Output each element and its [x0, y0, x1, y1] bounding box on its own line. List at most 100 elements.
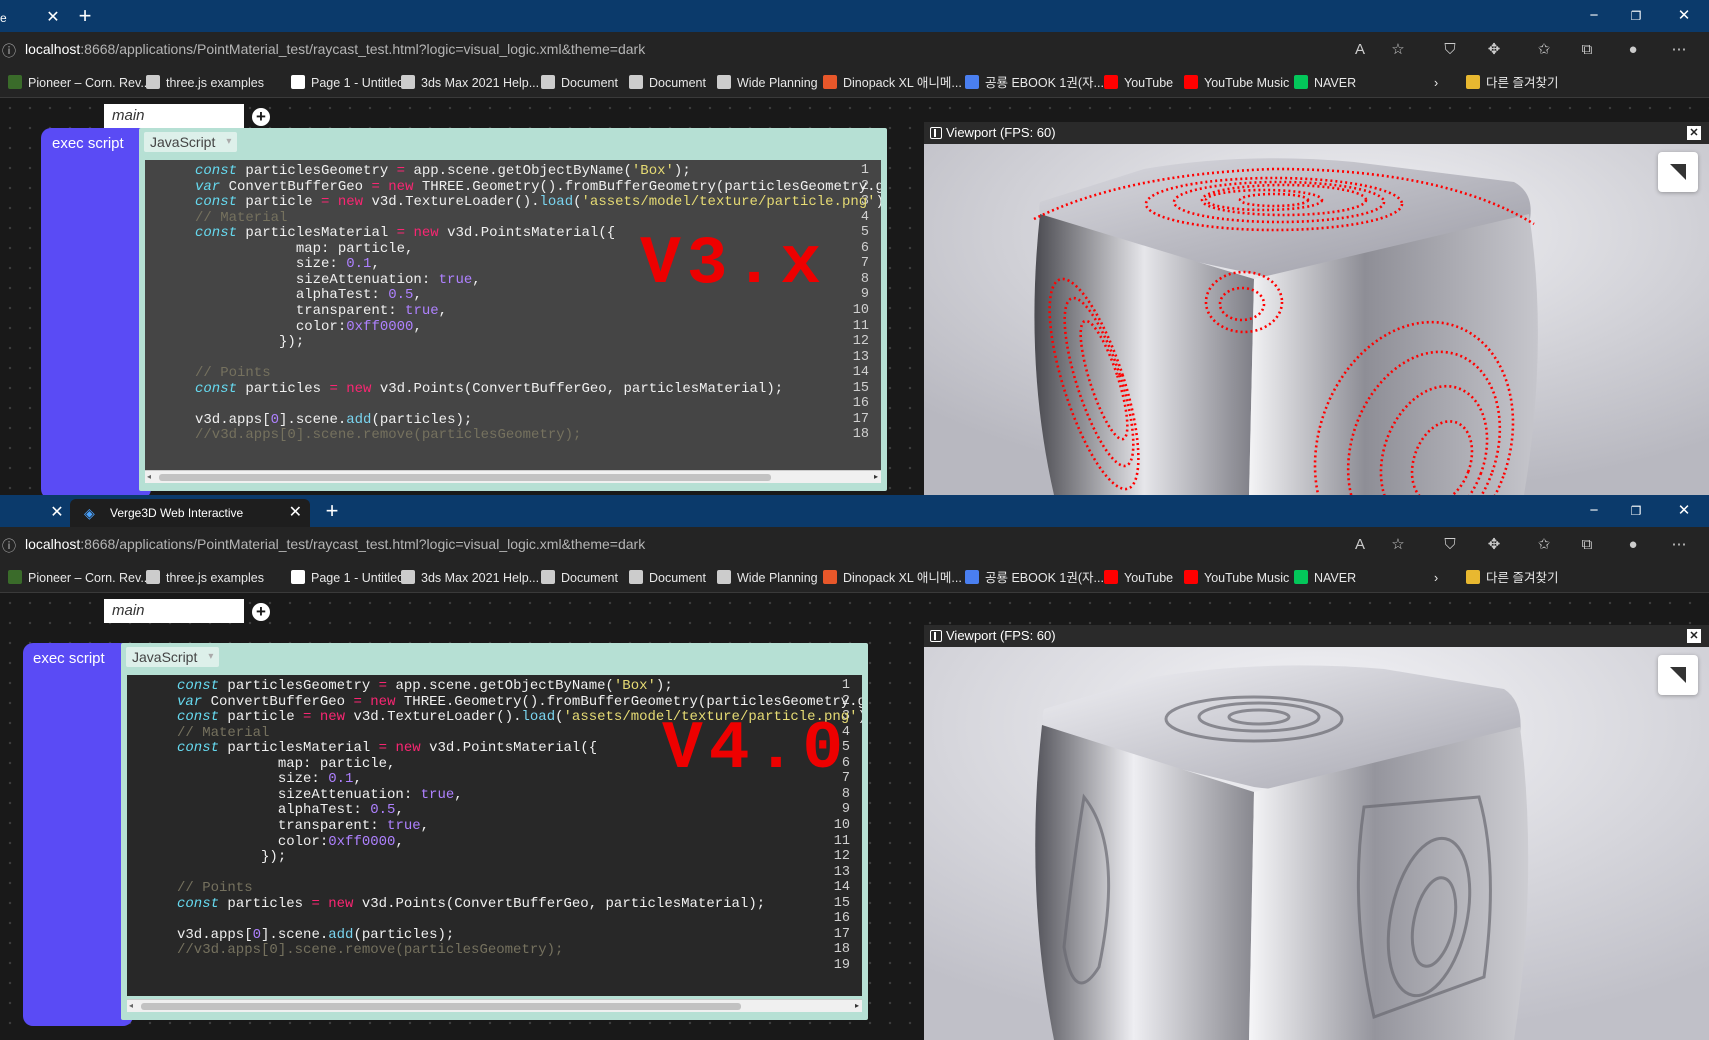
folder-icon: [1466, 75, 1480, 89]
browser-tab-active[interactable]: ◈ Verge3D Web Interactive ✕: [70, 499, 310, 527]
bookmark-3[interactable]: 3ds Max 2021 Help...: [401, 569, 539, 587]
info-icon[interactable]: ⓘ: [2, 41, 16, 61]
other-favorites[interactable]: 다른 즐겨찾기: [1466, 569, 1558, 587]
line-number: 12: [852, 334, 869, 350]
bookmark-label: YouTube Music: [1204, 76, 1290, 90]
bookmark-1[interactable]: three.js examples: [146, 569, 264, 587]
bookmark-0[interactable]: Pioneer – Corn. Rev...: [8, 74, 151, 92]
code-line: size: 0.1,: [177, 771, 362, 788]
bookmark-3[interactable]: 3ds Max 2021 Help...: [401, 74, 539, 92]
code-line: const particlesMaterial = new v3d.Points…: [195, 225, 616, 242]
minimize-icon[interactable]: −: [1574, 4, 1614, 28]
bookmark-0[interactable]: Pioneer – Corn. Rev...: [8, 569, 151, 587]
other-favorites[interactable]: 다른 즐겨찾기: [1466, 74, 1558, 92]
browser-tab-partial[interactable]: e: [0, 4, 8, 32]
close-window-icon[interactable]: ✕: [1664, 499, 1704, 523]
bookmark-5[interactable]: Document: [629, 569, 706, 587]
read-aloud-icon[interactable]: A: [1347, 38, 1373, 62]
leaf-icon: [8, 75, 22, 89]
fullscreen-button[interactable]: [1658, 655, 1698, 695]
more-icon[interactable]: ⋯: [1666, 533, 1692, 557]
dinopack-icon: [823, 75, 837, 89]
bookmark-9[interactable]: YouTube: [1104, 74, 1173, 92]
other-favorites-label: 다른 즐겨찾기: [1486, 571, 1559, 585]
add-favorite-icon[interactable]: ☆: [1385, 38, 1411, 62]
editor-scrollbar[interactable]: ◂ ▸: [145, 470, 881, 483]
new-tab-icon[interactable]: +: [73, 2, 97, 30]
shield-icon[interactable]: ⛉: [1437, 38, 1463, 62]
bookmark-11[interactable]: NAVER: [1294, 74, 1356, 92]
favorites-icon[interactable]: ✩: [1531, 38, 1557, 62]
scene-render[interactable]: [924, 144, 1709, 495]
avatar[interactable]: ●: [1620, 38, 1646, 62]
pause-icon[interactable]: [930, 127, 942, 139]
bookmark-4[interactable]: Document: [541, 569, 618, 587]
fullscreen-button[interactable]: [1658, 152, 1698, 192]
bookmark-8[interactable]: 공룡 EBOOK 1권(자...: [965, 569, 1104, 587]
language-dropdown[interactable]: JavaScript: [126, 647, 220, 667]
bookmark-9[interactable]: YouTube: [1104, 569, 1173, 587]
extensions-icon[interactable]: ✥: [1481, 38, 1507, 62]
shield-icon[interactable]: ⛉: [1437, 533, 1463, 557]
bookmark-10[interactable]: YouTube Music: [1184, 74, 1289, 92]
chevron-right-icon[interactable]: ›: [1434, 569, 1438, 587]
bookmark-8[interactable]: 공룡 EBOOK 1권(자...: [965, 74, 1104, 92]
chevron-right-icon[interactable]: ›: [1434, 74, 1438, 92]
bookmark-6[interactable]: Wide Planning: [717, 74, 818, 92]
bookmark-6[interactable]: Wide Planning: [717, 569, 818, 587]
line-number: 12: [833, 849, 850, 865]
add-workspace-icon[interactable]: +: [252, 108, 270, 126]
extensions-icon[interactable]: ✥: [1481, 533, 1507, 557]
bookmark-10[interactable]: YouTube Music: [1184, 569, 1289, 587]
line-number: 9: [841, 802, 850, 818]
scene-render[interactable]: [924, 647, 1709, 1040]
url-field[interactable]: localhost:8668/applications/PointMateria…: [25, 41, 645, 57]
workspace-tab-main[interactable]: main: [104, 599, 244, 623]
exec-script-block[interactable]: exec script: [23, 643, 133, 1026]
line-number: 16: [852, 396, 869, 412]
viewport-close-icon[interactable]: ✕: [1687, 629, 1701, 643]
youtube-icon: [1104, 75, 1118, 89]
minimize-icon[interactable]: −: [1574, 499, 1614, 523]
restore-icon[interactable]: ❐: [1616, 4, 1656, 28]
bookmark-label: Dinopack XL 애니메...: [843, 571, 962, 585]
code-line: const particles = new v3d.Points(Convert…: [177, 895, 766, 912]
more-icon[interactable]: ⋯: [1666, 38, 1692, 62]
bookmark-label: YouTube: [1124, 571, 1174, 585]
close-window-icon[interactable]: ✕: [1664, 4, 1704, 28]
bookmark-1[interactable]: three.js examples: [146, 74, 264, 92]
code-line: sizeAttenuation: true,: [195, 271, 481, 288]
collections-icon[interactable]: ⧉: [1574, 38, 1600, 62]
add-favorite-icon[interactable]: ☆: [1385, 533, 1411, 557]
tab-close-icon[interactable]: ✕: [42, 4, 64, 32]
workspace-tab-main[interactable]: main: [104, 104, 244, 128]
viewport-close-icon[interactable]: ✕: [1687, 126, 1701, 140]
url-field[interactable]: localhost:8668/applications/PointMateria…: [25, 536, 645, 552]
new-tab-icon[interactable]: +: [320, 497, 344, 525]
bookmark-label: Page 1 - Untitled: [311, 571, 405, 585]
pause-icon[interactable]: [930, 630, 942, 642]
bookmark-2[interactable]: Page 1 - Untitled: [291, 74, 404, 92]
viewport-title: Viewport (FPS: 60): [946, 628, 1056, 643]
exec-script-label: exec script: [52, 135, 124, 152]
line-number: 7: [860, 256, 869, 272]
restore-icon[interactable]: ❐: [1616, 499, 1656, 523]
bookmark-5[interactable]: Document: [629, 74, 706, 92]
bookmark-2[interactable]: Page 1 - Untitled: [291, 569, 404, 587]
add-workspace-icon[interactable]: +: [252, 603, 270, 621]
active-tab-close-icon[interactable]: ✕: [289, 499, 302, 527]
read-aloud-icon[interactable]: A: [1347, 533, 1373, 557]
info-icon[interactable]: ⓘ: [2, 536, 16, 556]
collections-icon[interactable]: ⧉: [1574, 533, 1600, 557]
bookmark-11[interactable]: NAVER: [1294, 569, 1356, 587]
language-dropdown[interactable]: JavaScript: [144, 132, 238, 152]
favorites-icon[interactable]: ✩: [1531, 533, 1557, 557]
bookmark-4[interactable]: Document: [541, 74, 618, 92]
editor-scrollbar[interactable]: ◂ ▸: [127, 999, 862, 1012]
exec-script-block[interactable]: exec script: [41, 128, 151, 495]
code-editor[interactable]: 1 const particlesGeometry = app.scene.get…: [145, 160, 881, 470]
bookmark-7[interactable]: Dinopack XL 애니메...: [823, 74, 962, 92]
tab-close-icon[interactable]: ✕: [46, 499, 68, 527]
avatar[interactable]: ●: [1620, 533, 1646, 557]
bookmark-7[interactable]: Dinopack XL 애니메...: [823, 569, 962, 587]
